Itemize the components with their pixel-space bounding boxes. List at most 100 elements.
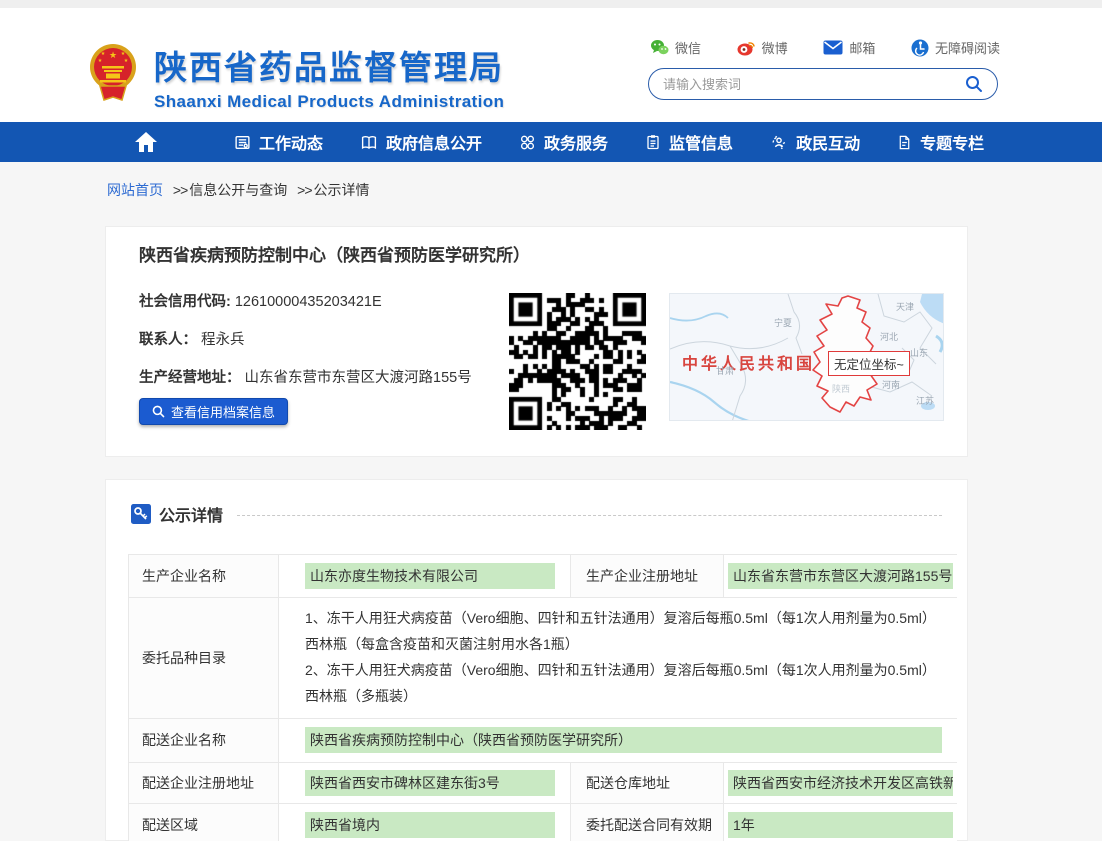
breadcrumb-home-link[interactable]: 网站首页: [107, 182, 163, 198]
table-value-cell: 陕西省西安市经济技术开发区高铁新城: [724, 763, 957, 804]
national-emblem-logo: ★ ★ ★ ★ ★: [88, 40, 138, 104]
nav-item-topics[interactable]: 专题专栏: [897, 130, 984, 154]
contact-value: 程永兵: [201, 332, 245, 348]
search-bar: [648, 68, 998, 100]
table-label-cell: 配送企业名称: [129, 719, 279, 763]
services-grid-icon: [519, 134, 536, 151]
breadcrumb-level2: 信息公开与查询: [189, 182, 287, 198]
section-header: 公示详情: [106, 480, 967, 526]
catalog-item: 1、冻干人用狂犬病疫苗（Vero细胞、四针和五针法通用）复溶后每瓶0.5ml（每…: [305, 606, 943, 658]
credit-code-label: 社会信用代码:: [139, 294, 231, 310]
nav-home[interactable]: [134, 131, 160, 153]
table-value-cell: 山东省东营市东营区大渡河路155号: [724, 555, 957, 598]
nav-item-label: 政务服务: [544, 130, 608, 154]
table-value-cell: 陕西省疾病预防控制中心（陕西省预防医学研究所）: [279, 719, 957, 763]
notice-detail-table: 生产企业名称 山东亦度生物技术有限公司 生产企业注册地址 山东省东营市东营区大渡…: [128, 554, 957, 841]
nav-item-services[interactable]: 政务服务: [519, 130, 608, 154]
nav-item-label: 工作动态: [259, 130, 323, 154]
svg-text:★: ★: [121, 51, 126, 57]
nav-item-label: 专题专栏: [920, 130, 984, 154]
breadcrumb-separator: >>: [173, 182, 187, 198]
main-nav: 工作动态 政府信息公开 政务服务 监管信息: [0, 122, 1102, 162]
table-label-cell: 委托配送合同有效期: [570, 804, 724, 841]
notice-detail-card: 公示详情 生产企业名称 山东亦度生物技术有限公司 生产企业注册地址 山东省东营市…: [105, 479, 968, 841]
map-province-label: 河北: [880, 330, 898, 343]
nav-item-interaction[interactable]: 政民互动: [770, 130, 860, 154]
view-credit-archive-button[interactable]: 查看信用档案信息: [139, 398, 288, 425]
key-icon: [131, 504, 151, 524]
location-map[interactable]: 中华人民共和国 无定位坐标~ 宁夏 甘肃 陕西 河北 山东 河南 江苏 天津: [669, 293, 944, 421]
map-country-label: 中华人民共和国: [682, 350, 815, 374]
interaction-icon: [770, 134, 788, 151]
quick-link-weibo[interactable]: 微博: [737, 38, 788, 57]
table-value-cell: 山东亦度生物技术有限公司: [279, 555, 570, 598]
news-icon: [234, 134, 251, 151]
qr-code: [509, 293, 646, 430]
nav-item-gov-info[interactable]: 政府信息公开: [360, 130, 482, 154]
quick-links: 微信 微博 邮箱 无障: [650, 38, 1000, 57]
accessibility-icon: [911, 39, 929, 57]
highlighted-value: 陕西省境内: [305, 812, 555, 838]
credit-code-value: 12610000435203421E: [235, 294, 382, 310]
topics-file-icon: [897, 134, 912, 151]
address-value: 山东省东营市东营区大渡河路155号: [245, 370, 472, 386]
clipboard-icon: [645, 133, 661, 151]
view-credit-archive-label: 查看信用档案信息: [171, 402, 275, 421]
contact-label: 联系人：: [139, 332, 197, 348]
highlighted-value: 山东省东营市东营区大渡河路155号: [728, 563, 953, 589]
search-input[interactable]: [663, 77, 965, 92]
table-value-cell: 1、冻干人用狂犬病疫苗（Vero细胞、四针和五针法通用）复溶后每瓶0.5ml（每…: [279, 598, 957, 719]
breadcrumb: 网站首页 >>信息公开与查询 >>公示详情: [107, 180, 1102, 200]
highlighted-value: 陕西省西安市碑林区建东街3号: [305, 770, 555, 796]
nav-item-label: 政府信息公开: [386, 130, 482, 154]
table-value-cell: 陕西省境内: [279, 804, 570, 841]
nav-item-label: 监管信息: [669, 130, 733, 154]
table-label-cell: 配送企业注册地址: [129, 763, 279, 804]
site-title: 陕西省药品监督管理局: [154, 41, 504, 89]
table-label-cell: 配送区域: [129, 804, 279, 841]
weibo-icon: [737, 39, 756, 56]
search-icon[interactable]: [965, 75, 983, 93]
table-value-cell: 陕西省西安市碑林区建东街3号: [279, 763, 570, 804]
highlighted-value: 1年: [728, 812, 953, 838]
quick-link-mail[interactable]: 邮箱: [823, 38, 875, 57]
highlighted-value: 陕西省西安市经济技术开发区高铁新城: [728, 770, 953, 796]
table-label-cell: 生产企业名称: [129, 555, 279, 598]
highlighted-value: 山东亦度生物技术有限公司: [305, 563, 555, 589]
site-header: ★ ★ ★ ★ ★ 陕西省药品监督管理局 Shaanxi Medical Pro…: [0, 8, 1102, 122]
catalog-item: 2、冻干人用狂犬病疫苗（Vero细胞、四针和五针法通用）复溶后每瓶0.5ml（每…: [305, 658, 943, 710]
quick-link-label: 邮箱: [849, 38, 875, 57]
map-province-label: 陕西: [832, 382, 850, 395]
nav-item-regulatory[interactable]: 监管信息: [645, 130, 733, 154]
quick-link-label: 微信: [675, 38, 701, 57]
table-value-cell: 1年: [724, 804, 957, 841]
top-strip: [0, 0, 1102, 8]
map-province-label: 宁夏: [774, 316, 792, 329]
address-line: 生产经营地址： 山东省东营市东营区大渡河路155号: [139, 366, 472, 387]
quick-link-label: 无障碍阅读: [935, 38, 1000, 57]
mail-icon: [823, 40, 843, 55]
nav-item-work-news[interactable]: 工作动态: [234, 130, 323, 154]
table-label-cell: 生产企业注册地址: [570, 555, 724, 598]
table-label-cell: 委托品种目录: [129, 598, 279, 719]
quick-link-label: 微博: [762, 38, 788, 57]
section-title: 公示详情: [159, 502, 223, 526]
no-location-badge: 无定位坐标~: [828, 351, 910, 376]
svg-text:★: ★: [98, 58, 103, 64]
map-province-label: 山东: [910, 346, 928, 359]
quick-link-accessibility[interactable]: 无障碍阅读: [911, 38, 1000, 57]
open-book-icon: [360, 134, 378, 151]
highlighted-value: 陕西省疾病预防控制中心（陕西省预防医学研究所）: [305, 727, 942, 753]
svg-text:★: ★: [109, 50, 117, 60]
dashed-divider: [237, 515, 942, 516]
map-province-label: 江苏: [916, 394, 934, 407]
map-province-label: 河南: [882, 378, 900, 391]
nav-item-label: 政民互动: [796, 130, 860, 154]
breadcrumb-level3: 公示详情: [314, 182, 370, 198]
home-icon: [134, 131, 158, 153]
quick-link-wechat[interactable]: 微信: [650, 38, 701, 57]
entity-title: 陕西省疾病预防控制中心（陕西省预防医学研究所）: [139, 241, 530, 266]
address-label: 生产经营地址：: [139, 370, 241, 386]
wechat-icon: [650, 39, 669, 56]
svg-text:★: ★: [101, 51, 106, 57]
